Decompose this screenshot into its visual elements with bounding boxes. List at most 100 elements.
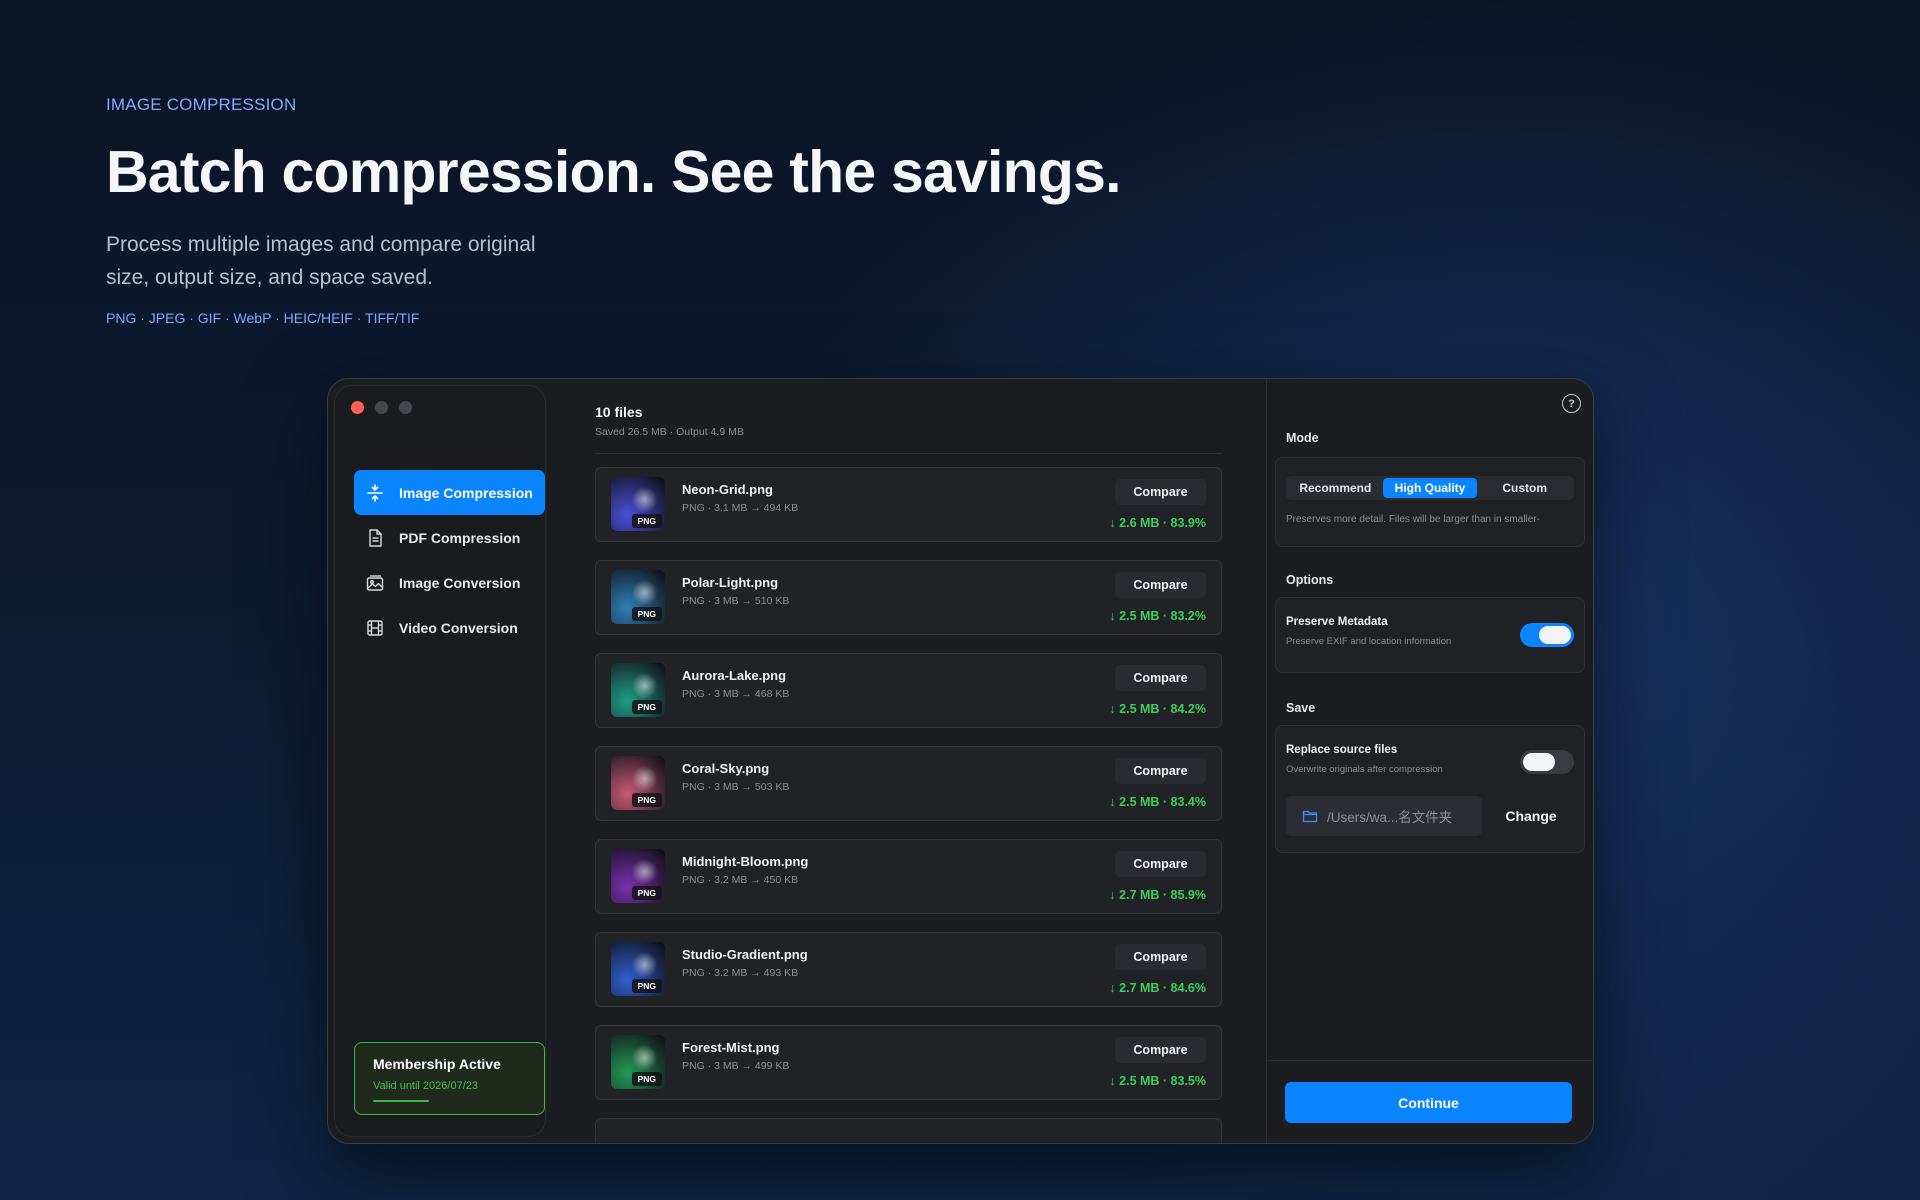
file-name: Neon-Grid.png — [682, 482, 773, 497]
file-size-info: PNG · 3.2 MB → 493 KB — [682, 967, 799, 979]
compare-button[interactable]: Compare — [1115, 851, 1206, 877]
film-icon — [365, 618, 385, 638]
file-row[interactable]: PNG Studio-Gradient.png PNG · 3.2 MB → 493… — [595, 932, 1222, 1007]
mode-box: Recommend High Quality Custom Preserves … — [1275, 457, 1585, 547]
replace-source-toggle[interactable] — [1520, 750, 1574, 774]
file-thumbnail: PNG — [611, 663, 665, 717]
compare-button[interactable]: Compare — [1115, 1037, 1206, 1063]
image-icon — [365, 573, 385, 593]
app-window: Image Compression PDF Compression Image … — [327, 378, 1594, 1144]
compare-button[interactable]: Compare — [1115, 479, 1206, 505]
output-path-field[interactable]: /Users/wa...名文件夹 — [1286, 796, 1482, 836]
file-savings: ↓ 2.5 MB · 83.5% — [1109, 1074, 1206, 1088]
headline: Batch compression. See the savings. — [106, 139, 1122, 205]
file-count: 10 files — [595, 404, 643, 420]
file-savings: ↓ 2.7 MB · 85.9% — [1109, 888, 1206, 902]
toggle-knob — [1523, 753, 1555, 771]
file-row[interactable]: PNG Coral-Sky.png PNG · 3 MB → 503 KB Compa… — [595, 746, 1222, 821]
file-savings: ↓ 2.5 MB · 83.2% — [1109, 609, 1206, 623]
file-name: Polar-Light.png — [682, 575, 779, 590]
continue-button[interactable]: Continue — [1285, 1082, 1572, 1123]
close-window-button[interactable] — [351, 401, 364, 414]
sidebar: Image Compression PDF Compression Image … — [334, 385, 546, 1137]
file-thumbnail: PNG — [611, 1035, 665, 1089]
preserve-metadata-description: Preserve EXIF and location information — [1286, 636, 1452, 647]
membership-valid: Valid until 2026/07/23 — [373, 1080, 478, 1092]
compare-button[interactable]: Compare — [1115, 944, 1206, 970]
file-row[interactable]: PNG Neon-Grid.png PNG · 3.1 MB → 494 KB Com… — [595, 467, 1222, 542]
file-size-info: PNG · 3.1 MB → 494 KB — [682, 502, 799, 514]
options-box: Preserve Metadata Preserve EXIF and loca… — [1275, 597, 1585, 673]
membership-progress-bar — [373, 1100, 429, 1102]
sidebar-item-label: Image Compression — [399, 484, 533, 501]
toggle-knob — [1539, 626, 1571, 644]
file-row[interactable]: PNG Aurora-Lake.png PNG · 3 MB → 468 KB Com… — [595, 653, 1222, 728]
preserve-metadata-label: Preserve Metadata — [1286, 616, 1388, 628]
savings-summary: Saved 26.5 MB · Output 4.9 MB — [595, 426, 744, 438]
mode-title: Mode — [1286, 431, 1319, 445]
mode-custom-button[interactable]: Custom — [1477, 478, 1572, 498]
file-name: Aurora-Lake.png — [682, 668, 787, 683]
mode-recommend-button[interactable]: Recommend — [1288, 478, 1383, 498]
file-savings: ↓ 2.5 MB · 83.4% — [1109, 795, 1206, 809]
sidebar-item-image-compression[interactable]: Image Compression — [354, 470, 545, 515]
eyebrow: IMAGE COMPRESSION — [106, 95, 297, 114]
file-size-info: PNG · 3 MB → 503 KB — [682, 781, 790, 793]
file-type-badge: PNG — [631, 886, 662, 900]
output-path-text: /Users/wa...名文件夹 — [1327, 810, 1453, 825]
supported-formats: PNG · JPEG · GIF · WebP · HEIC/HEIF · TI… — [106, 310, 420, 326]
mode-description: Preserves more detail. Files will be lar… — [1286, 514, 1540, 525]
file-type-badge: PNG — [631, 514, 662, 528]
help-icon[interactable]: ? — [1562, 394, 1581, 413]
sidebar-item-pdf-compression[interactable]: PDF Compression — [354, 515, 545, 560]
sidebar-item-video-conversion[interactable]: Video Conversion — [354, 605, 545, 650]
zoom-window-button[interactable] — [399, 401, 412, 414]
file-name: Studio-Gradient.png — [682, 947, 808, 962]
compare-button[interactable]: Compare — [1115, 572, 1206, 598]
file-row[interactable]: PNG Midnight-Bloom.png PNG · 3.2 MB → 450 … — [595, 839, 1222, 914]
file-row[interactable]: PNG Polar-Light.png PNG · 3 MB → 510 KB Com… — [595, 560, 1222, 635]
membership-card[interactable]: Membership Active Valid until 2026/07/23 — [354, 1042, 545, 1115]
settings-panel: ? Mode Recommend High Quality Custom Pre… — [1266, 379, 1593, 1143]
preserve-metadata-toggle[interactable] — [1520, 623, 1574, 647]
change-path-button[interactable]: Change — [1488, 796, 1574, 836]
sidebar-item-image-conversion[interactable]: Image Conversion — [354, 560, 545, 605]
file-name: Forest-Mist.png — [682, 1040, 780, 1055]
file-size-info: PNG · 3 MB → 510 KB — [682, 595, 790, 607]
panel-footer: Continue — [1267, 1060, 1593, 1143]
document-icon — [365, 528, 385, 548]
file-name: Coral-Sky.png — [682, 761, 770, 776]
file-size-info: PNG · 3 MB → 468 KB — [682, 688, 790, 700]
file-thumbnail: PNG — [611, 570, 665, 624]
save-title: Save — [1286, 701, 1316, 715]
file-type-badge: PNG — [631, 793, 662, 807]
file-savings: ↓ 2.6 MB · 83.9% — [1109, 516, 1206, 530]
subtext: Process multiple images and compare orig… — [106, 233, 536, 289]
compare-button[interactable]: Compare — [1115, 758, 1206, 784]
options-title: Options — [1286, 573, 1334, 587]
file-size-info: PNG · 3.2 MB → 450 KB — [682, 874, 799, 886]
file-type-badge: PNG — [631, 979, 662, 993]
sidebar-item-label: Image Conversion — [399, 574, 521, 591]
file-type-badge: PNG — [631, 1072, 662, 1086]
file-size-info: PNG · 3 MB → 499 KB — [682, 1060, 790, 1072]
compare-button[interactable]: Compare — [1115, 665, 1206, 691]
file-row-partial[interactable] — [595, 1118, 1222, 1143]
file-savings: ↓ 2.5 MB · 84.2% — [1109, 702, 1206, 716]
folder-icon — [1302, 809, 1318, 823]
file-thumbnail: PNG — [611, 477, 665, 531]
compress-icon — [365, 483, 385, 503]
sidebar-item-label: PDF Compression — [399, 529, 521, 546]
mode-high-quality-button[interactable]: High Quality — [1382, 478, 1478, 498]
minimize-window-button[interactable] — [375, 401, 388, 414]
file-row[interactable]: PNG Forest-Mist.png PNG · 3 MB → 499 KB Com… — [595, 1025, 1222, 1100]
file-type-badge: PNG — [631, 700, 662, 714]
membership-title: Membership Active — [373, 1056, 501, 1072]
file-type-badge: PNG — [631, 607, 662, 621]
replace-source-label: Replace source files — [1286, 744, 1398, 756]
file-thumbnail: PNG — [611, 849, 665, 903]
mode-segmented-control: Recommend High Quality Custom — [1286, 476, 1574, 500]
divider — [595, 453, 1222, 454]
file-thumbnail: PNG — [611, 942, 665, 996]
replace-source-description: Overwrite originals after compression — [1286, 764, 1443, 775]
